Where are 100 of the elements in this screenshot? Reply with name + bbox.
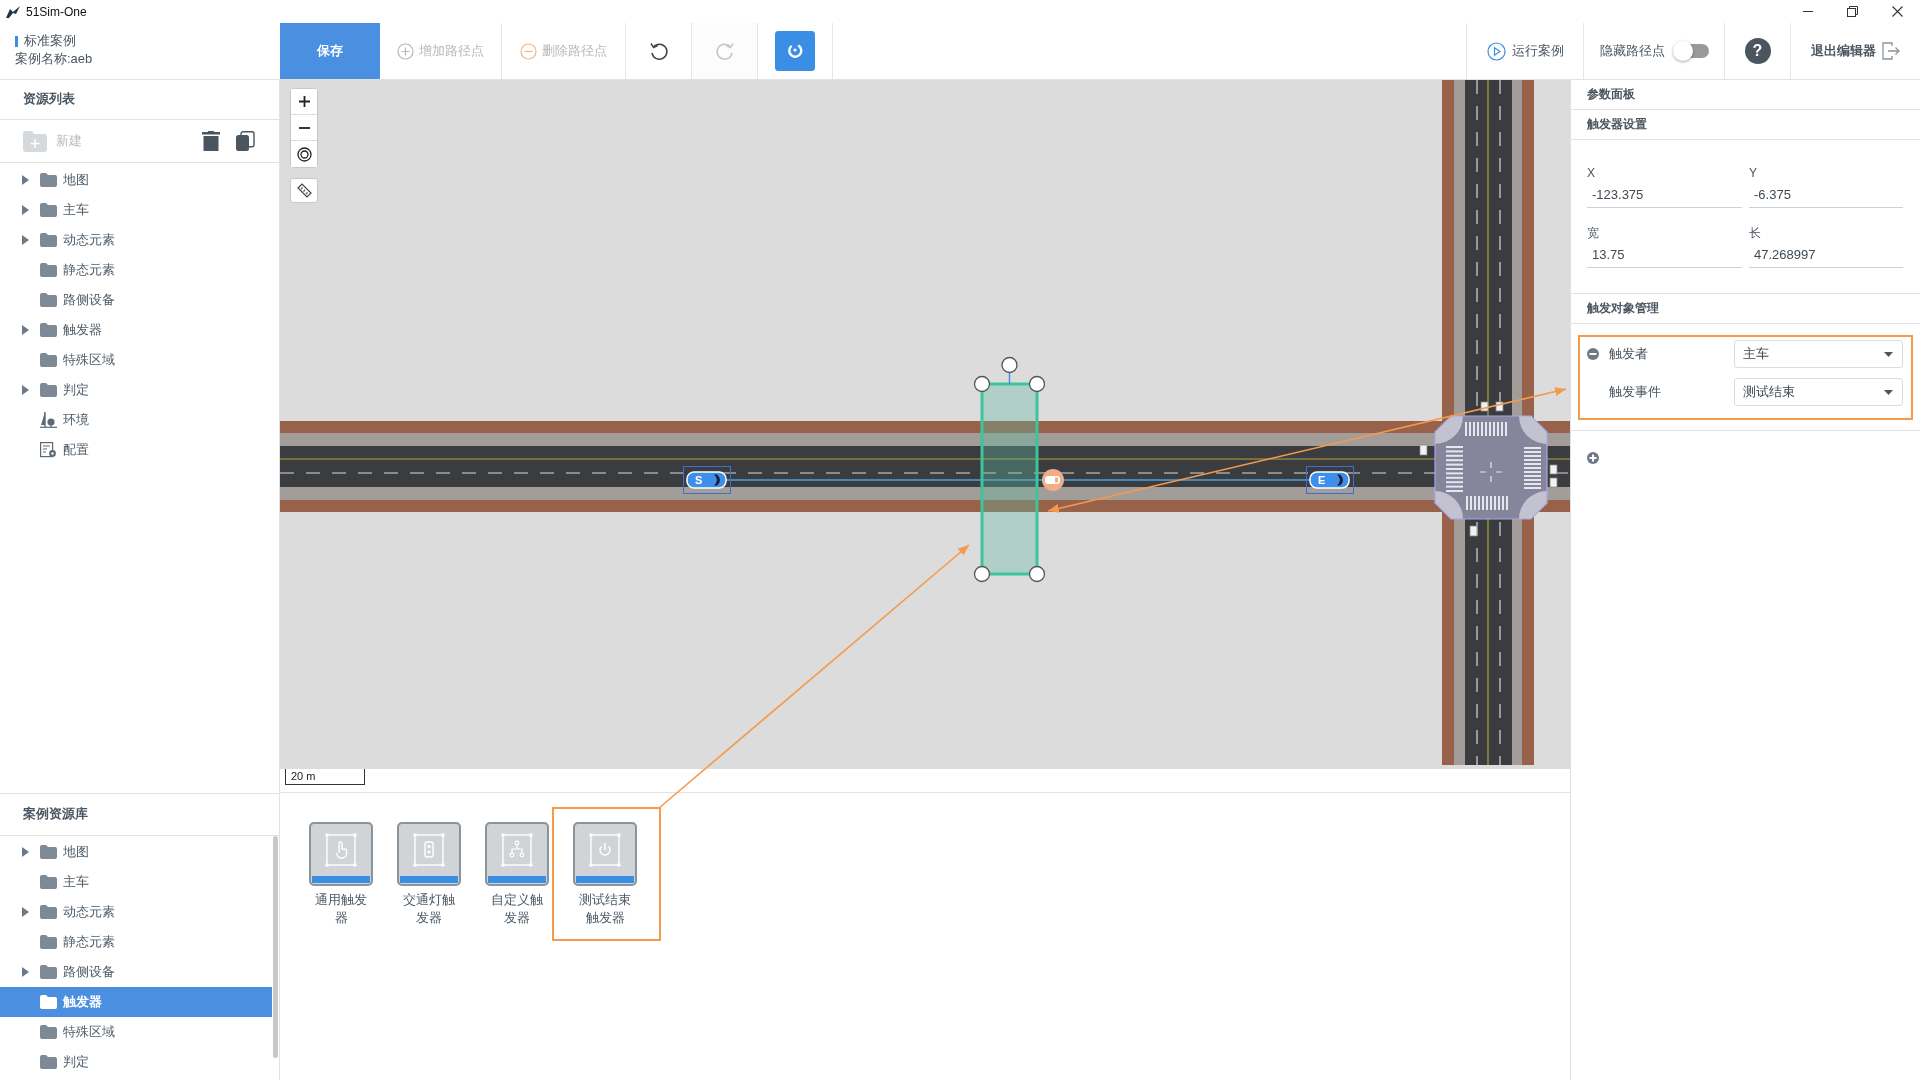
exit-icon [1882, 42, 1900, 60]
tree-item[interactable]: 主车 [0, 195, 279, 225]
rotate-handle[interactable] [1001, 356, 1018, 385]
tree-item[interactable]: 判定 [0, 375, 279, 405]
caret-right-icon[interactable] [22, 385, 29, 395]
trigger-type-button[interactable]: 交通灯触发器 [397, 822, 461, 927]
minus-circle-icon [520, 42, 537, 60]
scrollbar-thumb[interactable] [273, 836, 278, 1058]
car-icon[interactable] [683, 466, 731, 494]
app-logo-icon [5, 4, 21, 19]
folder-icon [40, 875, 57, 889]
tree-item[interactable]: 特殊区域 [0, 1017, 272, 1047]
road-sign-icon [1419, 444, 1428, 456]
remove-icon[interactable] [1587, 348, 1599, 360]
vehicle-label: S [695, 474, 703, 486]
number-field[interactable]: -123.375 [1587, 183, 1742, 208]
trigger-type-button[interactable]: 自定义触发器 [485, 822, 549, 927]
power-icon [573, 822, 637, 886]
help-button[interactable]: ? [1744, 38, 1771, 64]
caret-right-icon[interactable] [22, 907, 29, 917]
number-field[interactable]: -6.375 [1749, 183, 1903, 208]
close-icon [1892, 6, 1903, 17]
tree-item[interactable]: 地图 [0, 165, 279, 195]
tree-item[interactable]: 判定 [0, 1047, 272, 1077]
folder-icon [40, 323, 57, 337]
target-icon [296, 146, 312, 162]
traffic-light-icon [397, 822, 461, 886]
trigger-type-button[interactable]: 通用触发器 [309, 822, 373, 927]
section-title: 触发器设置 [1587, 116, 1647, 133]
resize-handle[interactable] [1028, 375, 1046, 393]
toggle-label: 隐藏路径点 [1599, 42, 1665, 60]
folder-icon [40, 173, 57, 187]
accent-bar-icon [15, 35, 18, 47]
caret-right-icon[interactable] [22, 175, 29, 185]
panel-title: 参数面板 [1587, 86, 1635, 103]
tree-item[interactable]: 主车 [0, 867, 272, 897]
tree-item[interactable]: 环境 [0, 405, 279, 435]
folder-icon [40, 263, 57, 277]
exit-editor-button[interactable]: 退出编辑器 [1790, 23, 1920, 79]
tree-item[interactable]: 配置 [0, 435, 279, 465]
vehicle-label: E [1318, 474, 1326, 486]
field-label: 宽 [1587, 225, 1599, 241]
minimize-icon [1802, 11, 1813, 12]
tree-item[interactable]: 路侧设备 [0, 957, 272, 987]
caret-down-icon [1884, 351, 1893, 357]
car-icon[interactable] [1306, 466, 1354, 494]
field-label: Y [1749, 165, 1757, 181]
trigger-area[interactable] [980, 382, 1039, 576]
config-icon [40, 442, 57, 458]
tree-item[interactable]: 特殊区域 [0, 345, 279, 375]
ruler-button[interactable] [290, 178, 318, 203]
resize-handle[interactable] [1028, 565, 1046, 583]
caret-right-icon[interactable] [22, 847, 29, 857]
road-sign-icon [1469, 525, 1478, 537]
hand-pointer-icon [309, 822, 373, 886]
folder-icon [40, 293, 57, 307]
resize-handle[interactable] [973, 375, 991, 393]
add-icon[interactable] [1587, 452, 1599, 464]
road-sign-icon [1480, 401, 1489, 412]
number-field[interactable]: 13.75 [1587, 243, 1742, 268]
play-circle-icon [1486, 41, 1506, 61]
dropdown[interactable]: 测试结束 [1734, 378, 1903, 406]
car-marker-icon[interactable] [1042, 469, 1064, 491]
folder-icon [40, 1025, 57, 1039]
dropdown[interactable]: 主车 [1734, 340, 1903, 368]
trigger-type-button[interactable]: 测试结束触发器 [573, 822, 637, 927]
folder-icon [40, 965, 57, 979]
folder-icon [40, 935, 57, 949]
magnet-button[interactable] [775, 31, 815, 71]
toggle-switch[interactable] [1672, 41, 1709, 61]
tree-item[interactable]: 动态元素 [0, 225, 279, 255]
folder-icon [40, 905, 57, 919]
new-folder-icon [23, 130, 47, 152]
flowchart-icon [485, 822, 549, 886]
tree-item[interactable]: 静态元素 [0, 255, 279, 285]
caret-right-icon[interactable] [22, 235, 29, 245]
tree-item[interactable]: 静态元素 [0, 927, 272, 957]
caret-right-icon[interactable] [22, 967, 29, 977]
resize-handle[interactable] [973, 565, 991, 583]
redo-icon [714, 41, 735, 61]
field-label: 触发事件 [1609, 383, 1661, 401]
tree-item[interactable]: 触发器 [0, 315, 279, 345]
tree-item[interactable]: 地图 [0, 837, 272, 867]
minus-icon [298, 126, 310, 129]
run-case-button[interactable]: 运行案例 [1466, 23, 1583, 79]
zoom-in-button[interactable] [291, 89, 317, 115]
tree-item[interactable]: 路侧设备 [0, 285, 279, 315]
road-sign-icon [1549, 464, 1558, 475]
tree-icon [40, 412, 57, 428]
number-field[interactable]: 47.268997 [1749, 243, 1903, 268]
copy-icon[interactable] [235, 131, 255, 151]
tree-item[interactable]: 动态元素 [0, 897, 272, 927]
trash-icon[interactable] [202, 131, 220, 151]
caret-right-icon[interactable] [22, 325, 29, 335]
folder-icon [40, 845, 57, 859]
caret-right-icon[interactable] [22, 205, 29, 215]
section-title: 案例资源库 [23, 806, 88, 823]
road-sign-icon [1549, 477, 1558, 488]
ruler-icon [296, 183, 312, 198]
folder-icon [40, 233, 57, 247]
